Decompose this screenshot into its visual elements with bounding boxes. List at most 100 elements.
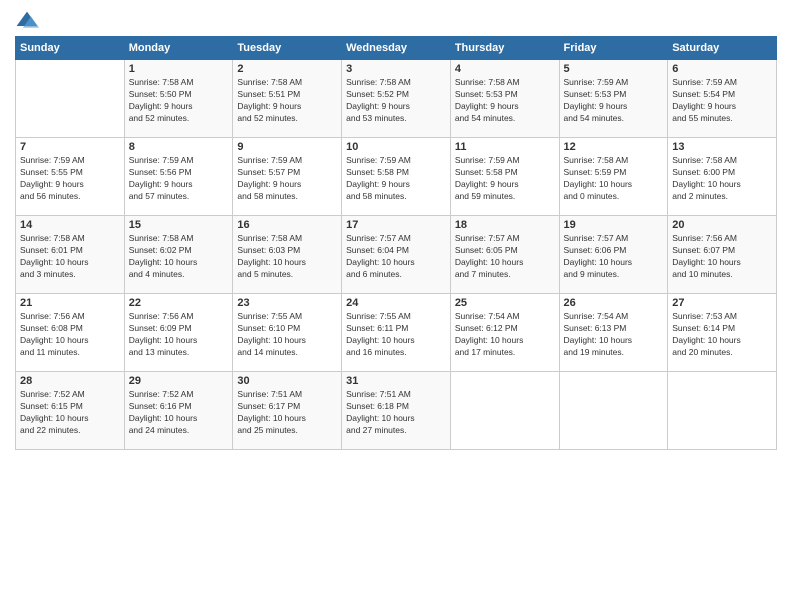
calendar-cell: 4 Sunrise: 7:58 AMSunset: 5:53 PMDaylight…: [450, 60, 559, 138]
calendar-cell: 29 Sunrise: 7:52 AMSunset: 6:16 PMDayligh…: [124, 372, 233, 450]
day-info: Sunrise: 7:59 AMSunset: 5:58 PMDaylight:…: [455, 155, 555, 203]
day-number: 29: [129, 375, 229, 387]
day-info: Sunrise: 7:54 AMSunset: 6:13 PMDaylight:…: [564, 311, 664, 359]
calendar-cell: 1Sunrise: 7:58 AMSunset: 5:50 PMDaylight…: [124, 60, 233, 138]
calendar-cell: [16, 60, 125, 138]
calendar-week-row: 14 Sunrise: 7:58 AMSunset: 6:01 PMDayligh…: [16, 216, 777, 294]
day-info: Sunrise: 7:56 AMSunset: 6:09 PMDaylight:…: [129, 311, 229, 359]
day-info: Sunrise: 7:58 AMSunset: 5:59 PMDaylight:…: [564, 155, 664, 203]
day-info: Sunrise: 7:59 AMSunset: 5:53 PMDaylight:…: [564, 77, 664, 125]
logo: [15, 10, 43, 30]
calendar-week-row: 1Sunrise: 7:58 AMSunset: 5:50 PMDaylight…: [16, 60, 777, 138]
day-info: Sunrise: 7:59 AMSunset: 5:55 PMDaylight:…: [20, 155, 120, 203]
calendar-cell: 22 Sunrise: 7:56 AMSunset: 6:09 PMDayligh…: [124, 294, 233, 372]
day-number: 16: [237, 219, 337, 231]
day-number: 2: [237, 63, 337, 75]
calendar-cell: 8Sunrise: 7:59 AMSunset: 5:56 PMDaylight…: [124, 138, 233, 216]
calendar-cell: 18 Sunrise: 7:57 AMSunset: 6:05 PMDayligh…: [450, 216, 559, 294]
day-number: 5: [564, 63, 664, 75]
day-info: Sunrise: 7:51 AMSunset: 6:17 PMDaylight:…: [237, 389, 337, 437]
weekday-header: Monday: [124, 37, 233, 60]
day-number: 23: [237, 297, 337, 309]
day-number: 15: [129, 219, 229, 231]
calendar-cell: 25 Sunrise: 7:54 AMSunset: 6:12 PMDayligh…: [450, 294, 559, 372]
day-number: 14: [20, 219, 120, 231]
calendar-cell: 15Sunrise: 7:58 AMSunset: 6:02 PMDayligh…: [124, 216, 233, 294]
weekday-header: Sunday: [16, 37, 125, 60]
calendar-cell: 24 Sunrise: 7:55 AMSunset: 6:11 PMDayligh…: [342, 294, 451, 372]
calendar-cell: 17 Sunrise: 7:57 AMSunset: 6:04 PMDayligh…: [342, 216, 451, 294]
day-number: 12: [564, 141, 664, 153]
calendar-cell: 16Sunrise: 7:58 AMSunset: 6:03 PMDayligh…: [233, 216, 342, 294]
weekday-header: Saturday: [668, 37, 777, 60]
calendar-table: SundayMondayTuesdayWednesdayThursdayFrid…: [15, 36, 777, 450]
day-number: 4: [455, 63, 555, 75]
calendar-cell: 26 Sunrise: 7:54 AMSunset: 6:13 PMDayligh…: [559, 294, 668, 372]
day-number: 24: [346, 297, 446, 309]
day-info: Sunrise: 7:57 AMSunset: 6:04 PMDaylight:…: [346, 233, 446, 281]
calendar-cell: 2Sunrise: 7:58 AMSunset: 5:51 PMDaylight…: [233, 60, 342, 138]
day-number: 17: [346, 219, 446, 231]
day-info: Sunrise: 7:56 AMSunset: 6:08 PMDaylight:…: [20, 311, 120, 359]
calendar-cell: 14 Sunrise: 7:58 AMSunset: 6:01 PMDayligh…: [16, 216, 125, 294]
day-info: Sunrise: 7:56 AMSunset: 6:07 PMDaylight:…: [672, 233, 772, 281]
day-number: 9: [237, 141, 337, 153]
day-info: Sunrise: 7:53 AMSunset: 6:14 PMDaylight:…: [672, 311, 772, 359]
calendar-cell: 13 Sunrise: 7:58 AMSunset: 6:00 PMDayligh…: [668, 138, 777, 216]
calendar-cell: 28Sunrise: 7:52 AMSunset: 6:15 PMDayligh…: [16, 372, 125, 450]
day-info: Sunrise: 7:59 AMSunset: 5:57 PMDaylight:…: [237, 155, 337, 203]
calendar-cell: 6 Sunrise: 7:59 AMSunset: 5:54 PMDaylight…: [668, 60, 777, 138]
calendar-cell: [559, 372, 668, 450]
day-number: 27: [672, 297, 772, 309]
day-info: Sunrise: 7:57 AMSunset: 6:05 PMDaylight:…: [455, 233, 555, 281]
day-number: 6: [672, 63, 772, 75]
calendar-cell: 10 Sunrise: 7:59 AMSunset: 5:58 PMDayligh…: [342, 138, 451, 216]
header-row: SundayMondayTuesdayWednesdayThursdayFrid…: [16, 37, 777, 60]
calendar-week-row: 7Sunrise: 7:59 AMSunset: 5:55 PMDaylight…: [16, 138, 777, 216]
day-number: 10: [346, 141, 446, 153]
calendar-cell: 20 Sunrise: 7:56 AMSunset: 6:07 PMDayligh…: [668, 216, 777, 294]
calendar-cell: 23 Sunrise: 7:55 AMSunset: 6:10 PMDayligh…: [233, 294, 342, 372]
day-info: Sunrise: 7:55 AMSunset: 6:11 PMDaylight:…: [346, 311, 446, 359]
logo-icon: [15, 10, 39, 30]
day-number: 3: [346, 63, 446, 75]
day-number: 13: [672, 141, 772, 153]
day-number: 19: [564, 219, 664, 231]
calendar-week-row: 28Sunrise: 7:52 AMSunset: 6:15 PMDayligh…: [16, 372, 777, 450]
day-number: 30: [237, 375, 337, 387]
day-info: Sunrise: 7:54 AMSunset: 6:12 PMDaylight:…: [455, 311, 555, 359]
calendar-cell: 5 Sunrise: 7:59 AMSunset: 5:53 PMDaylight…: [559, 60, 668, 138]
calendar-container: SundayMondayTuesdayWednesdayThursdayFrid…: [0, 0, 792, 612]
calendar-cell: 7Sunrise: 7:59 AMSunset: 5:55 PMDaylight…: [16, 138, 125, 216]
day-number: 25: [455, 297, 555, 309]
day-info: Sunrise: 7:58 AMSunset: 5:53 PMDaylight:…: [455, 77, 555, 125]
day-info: Sunrise: 7:51 AMSunset: 6:18 PMDaylight:…: [346, 389, 446, 437]
day-info: Sunrise: 7:57 AMSunset: 6:06 PMDaylight:…: [564, 233, 664, 281]
calendar-cell: 9 Sunrise: 7:59 AMSunset: 5:57 PMDaylight…: [233, 138, 342, 216]
day-info: Sunrise: 7:58 AMSunset: 5:50 PMDaylight:…: [129, 77, 229, 125]
weekday-header: Friday: [559, 37, 668, 60]
day-info: Sunrise: 7:59 AMSunset: 5:58 PMDaylight:…: [346, 155, 446, 203]
day-number: 11: [455, 141, 555, 153]
day-number: 26: [564, 297, 664, 309]
day-number: 22: [129, 297, 229, 309]
calendar-cell: 31Sunrise: 7:51 AMSunset: 6:18 PMDayligh…: [342, 372, 451, 450]
day-info: Sunrise: 7:59 AMSunset: 5:54 PMDaylight:…: [672, 77, 772, 125]
calendar-cell: [668, 372, 777, 450]
day-info: Sunrise: 7:58 AMSunset: 6:00 PMDaylight:…: [672, 155, 772, 203]
calendar-week-row: 21Sunrise: 7:56 AMSunset: 6:08 PMDayligh…: [16, 294, 777, 372]
day-info: Sunrise: 7:58 AMSunset: 6:01 PMDaylight:…: [20, 233, 120, 281]
day-info: Sunrise: 7:55 AMSunset: 6:10 PMDaylight:…: [237, 311, 337, 359]
day-info: Sunrise: 7:52 AMSunset: 6:15 PMDaylight:…: [20, 389, 120, 437]
calendar-cell: 19 Sunrise: 7:57 AMSunset: 6:06 PMDayligh…: [559, 216, 668, 294]
weekday-header: Thursday: [450, 37, 559, 60]
day-info: Sunrise: 7:52 AMSunset: 6:16 PMDaylight:…: [129, 389, 229, 437]
calendar-cell: 30 Sunrise: 7:51 AMSunset: 6:17 PMDayligh…: [233, 372, 342, 450]
day-info: Sunrise: 7:58 AMSunset: 5:52 PMDaylight:…: [346, 77, 446, 125]
day-number: 18: [455, 219, 555, 231]
header: [15, 10, 777, 30]
calendar-cell: 21Sunrise: 7:56 AMSunset: 6:08 PMDayligh…: [16, 294, 125, 372]
day-number: 20: [672, 219, 772, 231]
weekday-header: Wednesday: [342, 37, 451, 60]
calendar-cell: 12 Sunrise: 7:58 AMSunset: 5:59 PMDayligh…: [559, 138, 668, 216]
